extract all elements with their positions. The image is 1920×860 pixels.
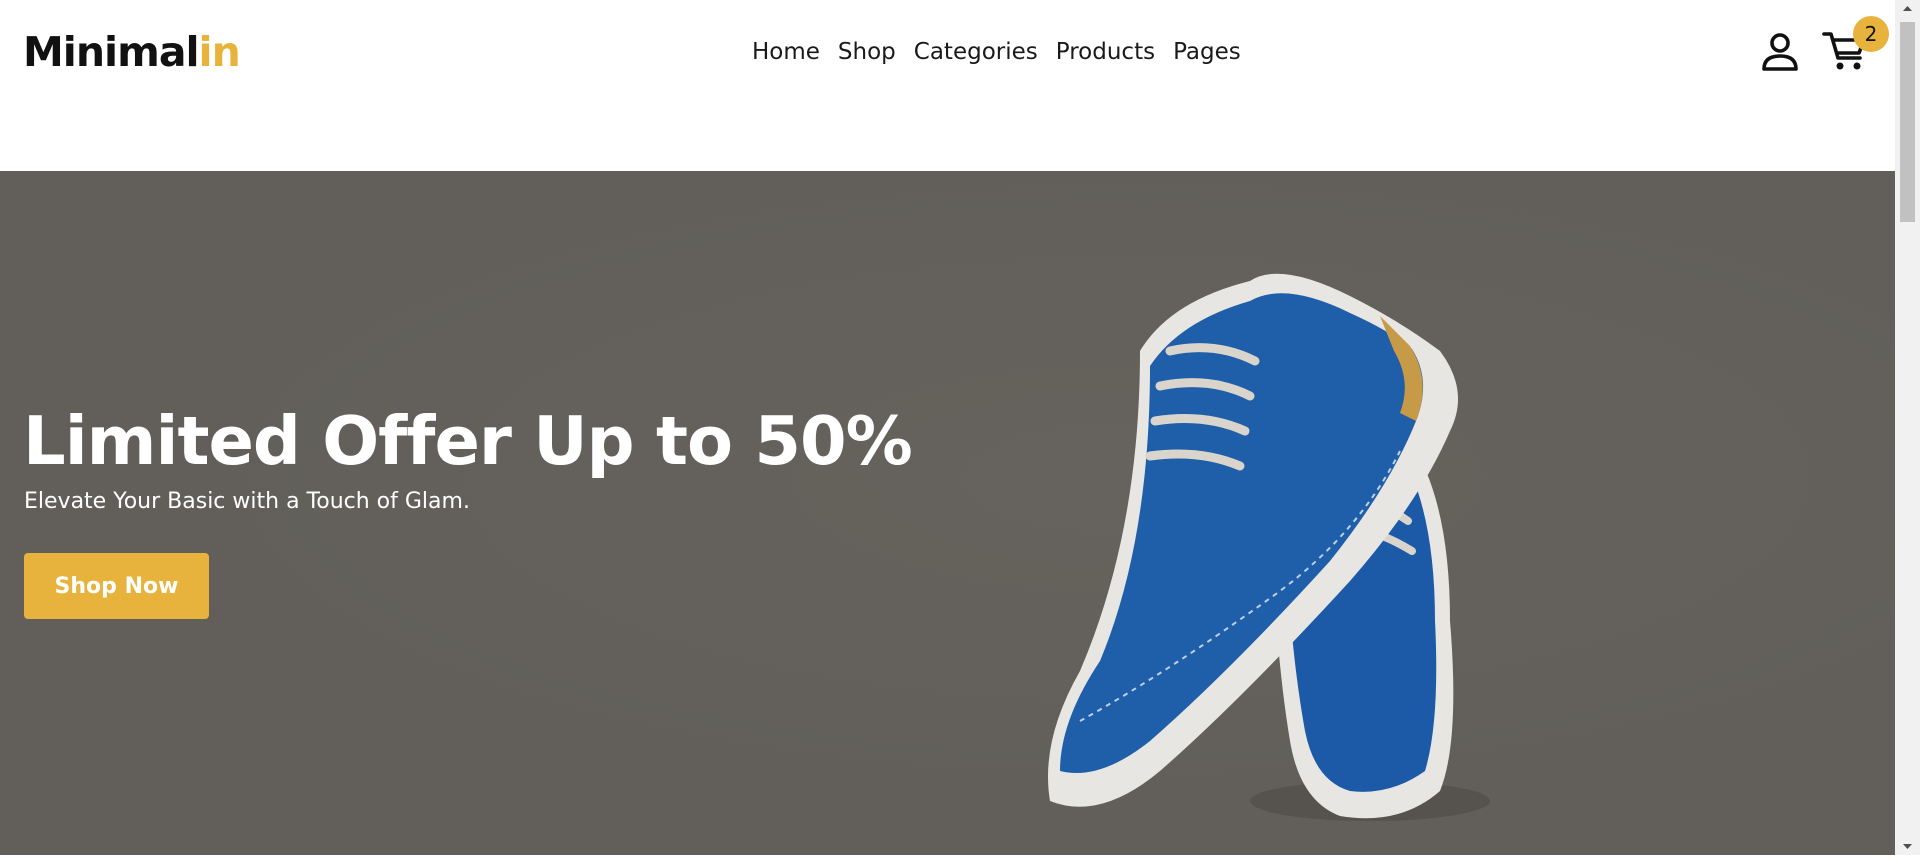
brand-logo[interactable]: Minimalin — [23, 26, 241, 78]
site-header: Minimalin Home Shop Categories Products … — [0, 0, 1895, 170]
hero-title: Limited Offer Up to 50% — [23, 402, 913, 480]
shop-now-button[interactable]: Shop Now — [24, 553, 209, 619]
page-viewport: Minimalin Home Shop Categories Products … — [0, 0, 1895, 855]
user-icon — [1762, 33, 1798, 71]
nav-item-pages[interactable]: Pages — [1173, 35, 1241, 69]
page-scrollbar[interactable] — [1895, 0, 1920, 855]
hero-subtitle: Elevate Your Basic with a Touch of Glam. — [24, 489, 470, 514]
brand-name-main: Minimal — [23, 28, 200, 76]
scroll-down-arrow-icon[interactable] — [1895, 837, 1920, 855]
nav-item-products[interactable]: Products — [1056, 35, 1155, 69]
scrollbar-thumb[interactable] — [1900, 22, 1915, 222]
nav-item-shop[interactable]: Shop — [838, 35, 896, 69]
cart-count-badge: 2 — [1853, 16, 1889, 52]
scroll-up-arrow-icon[interactable] — [1895, 0, 1920, 18]
shoes-image — [1048, 273, 1490, 821]
main-nav: Home Shop Categories Products Pages — [752, 35, 1259, 69]
brand-name-accent: in — [198, 28, 241, 76]
hero-banner: Limited Offer Up to 50% Elevate Your Bas… — [0, 171, 1895, 855]
nav-item-categories[interactable]: Categories — [914, 35, 1038, 69]
account-button[interactable] — [1760, 30, 1800, 72]
nav-item-home[interactable]: Home — [752, 35, 820, 69]
